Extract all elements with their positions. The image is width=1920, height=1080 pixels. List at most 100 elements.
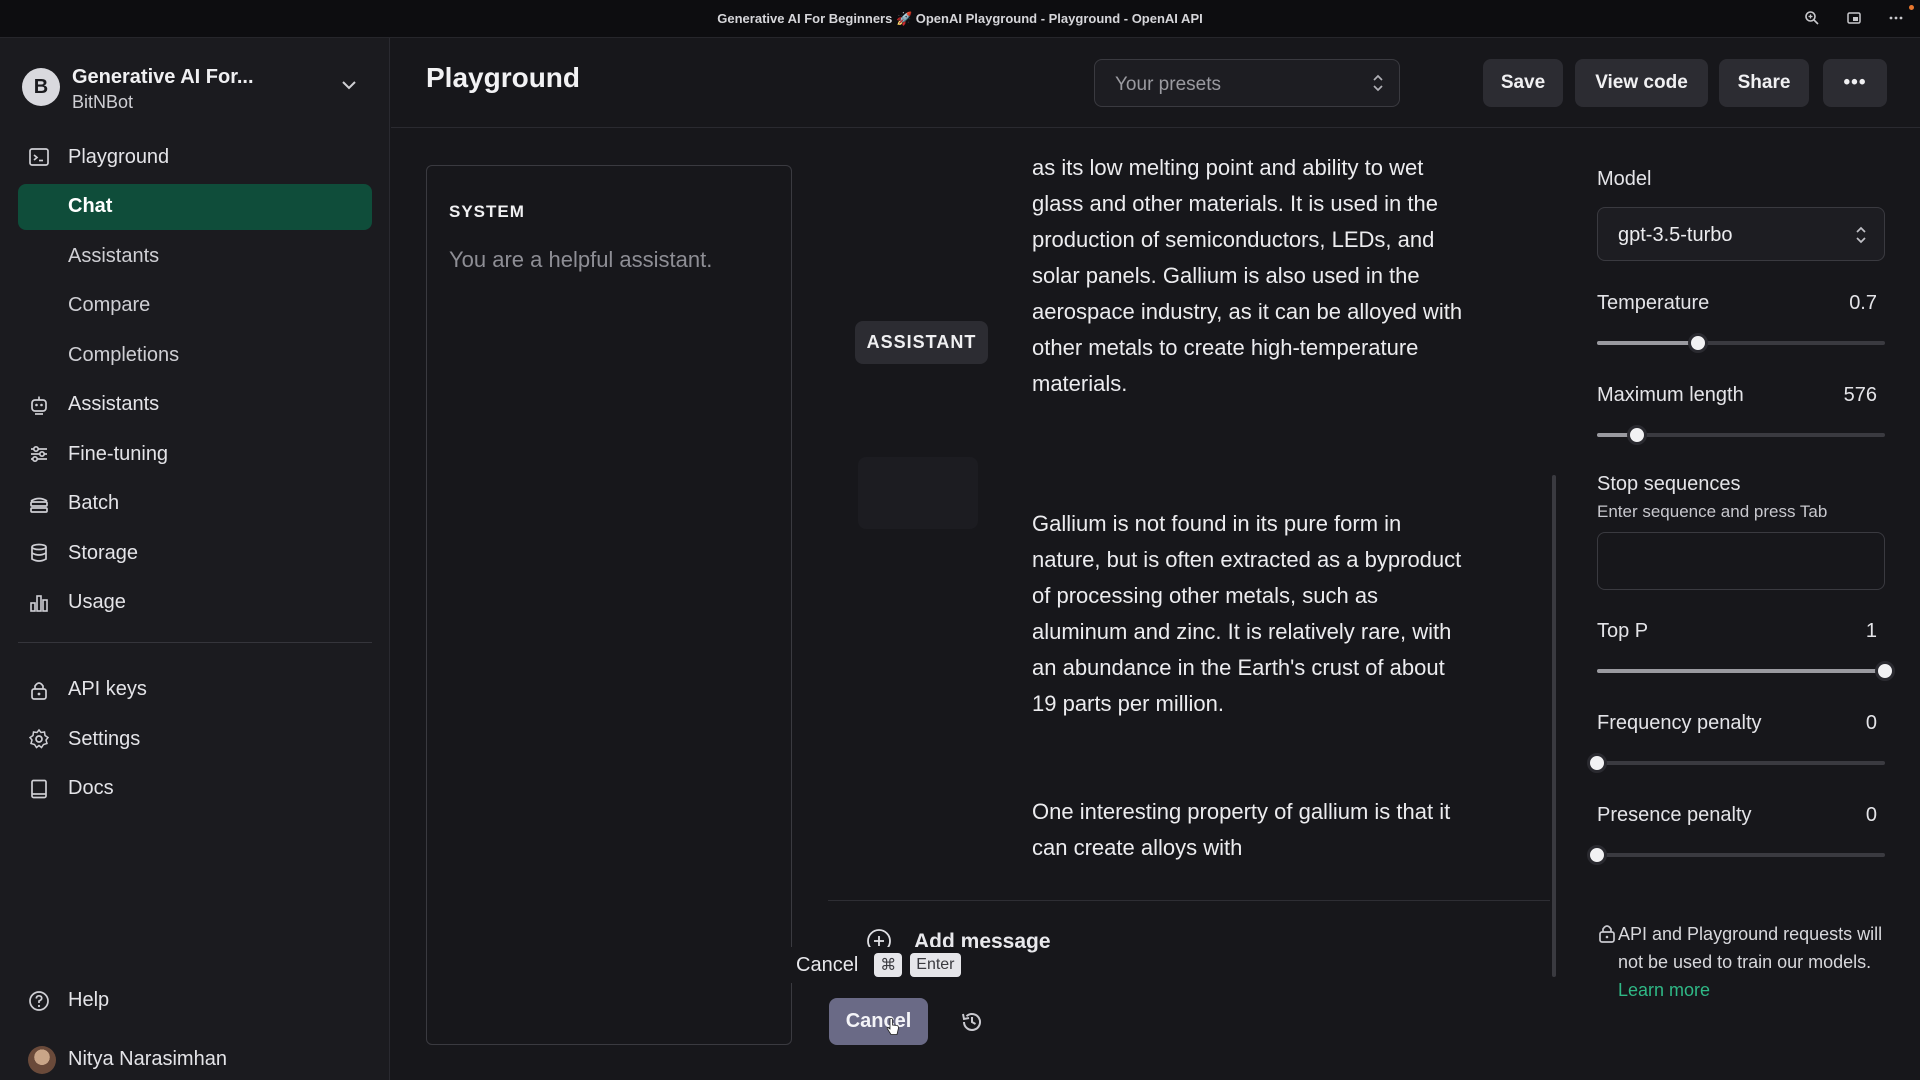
chevron-down-icon[interactable] [338, 74, 360, 96]
presets-placeholder: Your presets [1115, 74, 1221, 95]
chevron-updown-icon [1373, 74, 1383, 92]
sidebar-item-label: Batch [68, 492, 120, 514]
chat-divider [828, 900, 1550, 901]
sidebar-item-api-keys[interactable]: API keys [18, 667, 372, 713]
terminal-icon [29, 148, 49, 166]
privacy-message: API and Playground requests will not be … [1618, 924, 1883, 972]
sidebar-item-storage[interactable]: Storage [18, 530, 372, 576]
sidebar-item-label: Compare [68, 294, 151, 316]
share-button[interactable]: Share [1719, 59, 1809, 107]
window-title: Generative AI For Beginners 🚀 OpenAI Pla… [717, 11, 1203, 26]
max-length-label: Maximum length [1597, 384, 1744, 406]
temperature-value[interactable]: 0.7 [1849, 292, 1877, 315]
top-p-slider[interactable] [1597, 661, 1895, 681]
view-code-button[interactable]: View code [1575, 59, 1708, 107]
presence-penalty-value[interactable]: 0 [1866, 804, 1877, 827]
top-p-slider-fill [1597, 669, 1885, 673]
frequency-penalty-label: Frequency penalty [1597, 712, 1762, 734]
temperature-label: Temperature [1597, 292, 1710, 314]
sidebar-item-batch[interactable]: Batch [18, 481, 372, 527]
sidebar-divider [18, 641, 372, 643]
org-avatar: B [22, 68, 60, 106]
sidebar-item-usage[interactable]: Usage [18, 580, 372, 626]
sidebar-item-label: Playground [68, 145, 170, 168]
sidebar-item-label: Assistants [68, 393, 160, 415]
sidebar-item-label: Docs [68, 777, 114, 799]
database-icon [31, 543, 47, 562]
top-p-slider-thumb[interactable] [1875, 661, 1895, 681]
max-length-slider[interactable] [1597, 425, 1885, 445]
bar-chart-icon [30, 594, 48, 612]
learn-more-link[interactable]: Learn more [1618, 980, 1710, 1000]
titlebar-icons [1802, 8, 1906, 28]
sidebar-item-label: Chat [68, 195, 113, 217]
chat-scrollbar[interactable] [1552, 475, 1556, 977]
model-label: Model [1597, 168, 1652, 190]
more-options-button[interactable]: ••• [1823, 59, 1887, 107]
temperature-slider[interactable] [1597, 333, 1885, 353]
stop-sequences-input[interactable] [1597, 532, 1885, 590]
sidebar-item-completions[interactable]: Completions [18, 332, 372, 378]
command-key-icon: ⌘ [874, 953, 903, 977]
user-name: Nitya Narasimhan [68, 1048, 227, 1070]
stop-sequences-label: Stop sequences [1597, 473, 1741, 495]
pointer-cursor-icon [886, 1018, 899, 1035]
presence-penalty-slider[interactable] [1587, 845, 1885, 865]
frequency-penalty-value[interactable]: 0 [1866, 712, 1877, 735]
sidebar-item-assistants-playground[interactable]: Assistants [18, 233, 372, 279]
tooltip-cancel-label: Cancel [796, 953, 859, 976]
help-label: Help [68, 989, 110, 1011]
help-circle-icon [29, 991, 49, 1011]
sidebar-nav: Playground Chat Assistants Compare Compl… [18, 134, 372, 815]
sidebar-item-docs[interactable]: Docs [18, 766, 372, 812]
save-button[interactable]: Save [1483, 59, 1563, 107]
org-name: Generative AI For... [72, 66, 254, 88]
assistant-message-paragraph[interactable]: Gallium is not found in its pure form in… [1032, 506, 1472, 722]
sidebar-item-settings[interactable]: Settings [18, 716, 372, 762]
sidebar-item-label: Settings [68, 727, 141, 750]
max-length-value[interactable]: 576 [1844, 384, 1877, 407]
zoom-icon[interactable] [1802, 8, 1822, 28]
cast-icon[interactable] [1844, 8, 1864, 28]
presence-penalty-label: Presence penalty [1597, 804, 1752, 826]
assistant-message-paragraph[interactable]: One interesting property of gallium is t… [1032, 794, 1472, 866]
stop-sequences-help: Enter sequence and press Tab [1597, 502, 1828, 521]
system-message-panel[interactable]: SYSTEM You are a helpful assistant. [426, 165, 792, 1045]
role-toggle-button[interactable]: ASSISTANT [855, 321, 988, 364]
chevron-updown-icon [1856, 226, 1866, 244]
sidebar-item-label: Completions [68, 343, 180, 366]
temperature-slider-thumb[interactable] [1687, 333, 1708, 353]
system-label: SYSTEM [449, 202, 525, 221]
page-title: Playground [426, 62, 581, 93]
history-icon[interactable] [958, 1008, 986, 1036]
avatar [28, 1046, 56, 1074]
robot-icon [31, 396, 47, 415]
system-input[interactable]: You are a helpful assistant. [449, 247, 712, 273]
assistant-message-paragraph[interactable]: electronics, due to its unique propertie… [1032, 150, 1472, 402]
book-icon [31, 779, 47, 798]
sidebar-item-label: Usage [68, 591, 126, 613]
org-switcher[interactable]: B Generative AI For... BitNBot [22, 60, 368, 116]
max-length-slider-thumb[interactable] [1627, 425, 1648, 445]
sidebar-item-assistants[interactable]: Assistants [18, 382, 372, 428]
sliders-icon [31, 445, 47, 463]
cancel-shortcut-tooltip: Cancel ⌘ Enter [786, 947, 971, 983]
sidebar-item-playground[interactable]: Playground [18, 134, 372, 180]
sidebar-item-compare[interactable]: Compare [18, 283, 372, 329]
model-select[interactable]: gpt-3.5-turbo [1597, 207, 1885, 261]
cancel-button[interactable]: Cancel [829, 998, 928, 1045]
presence-penalty-slider-thumb[interactable] [1587, 845, 1607, 865]
presets-select[interactable]: Your presets [1094, 59, 1400, 107]
sidebar-item-label: Storage [68, 541, 139, 564]
sidebar-item-fine-tuning[interactable]: Fine-tuning [18, 431, 372, 477]
sidebar-item-label: API keys [68, 678, 147, 700]
sidebar-item-label: Assistants [68, 244, 160, 267]
sidebar-item-chat[interactable]: Chat [18, 183, 372, 230]
enter-key: Enter [910, 953, 961, 977]
privacy-text: API and Playground requests will not be … [1618, 920, 1888, 1004]
top-p-value[interactable]: 1 [1866, 620, 1877, 643]
more-menu-icon[interactable] [1886, 8, 1906, 28]
frequency-penalty-slider[interactable] [1587, 753, 1885, 773]
frequency-penalty-slider-thumb[interactable] [1587, 753, 1607, 773]
model-value: gpt-3.5-turbo [1618, 224, 1733, 246]
